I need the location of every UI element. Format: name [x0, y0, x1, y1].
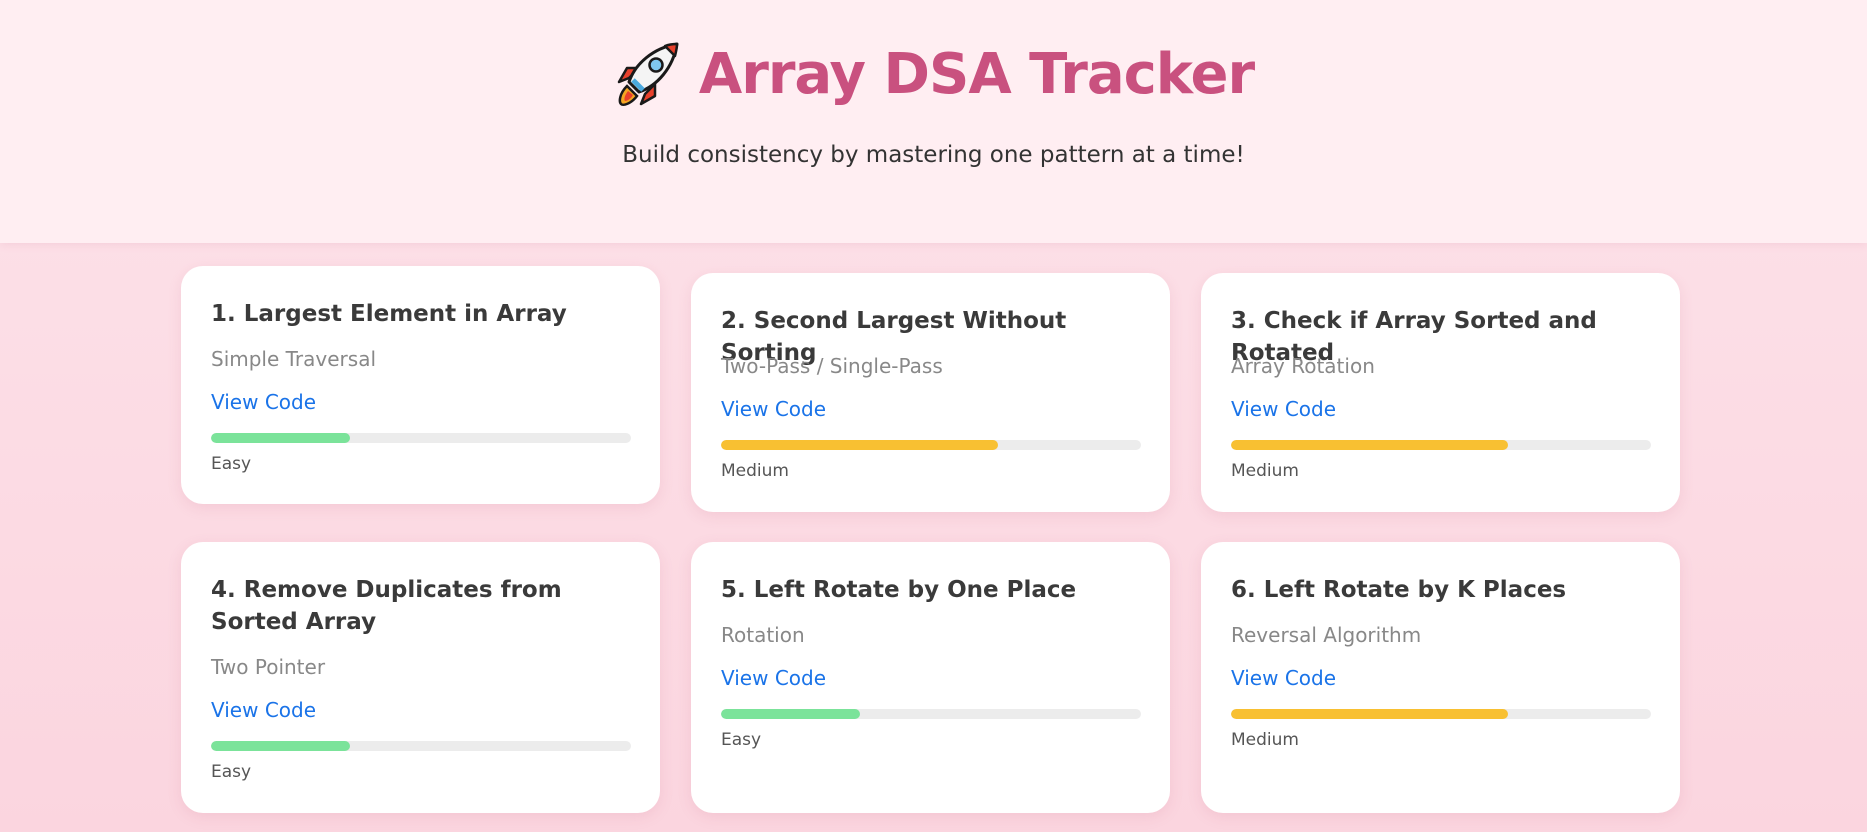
progress-track — [211, 433, 631, 443]
progress-track — [721, 440, 1141, 450]
page-subtitle: Build consistency by mastering one patte… — [622, 142, 1245, 168]
card-title: 6. Left Rotate by K Places — [1231, 577, 1567, 603]
view-code-link[interactable]: View Code — [721, 397, 826, 421]
card-title: 1. Largest Element in Array — [211, 301, 567, 327]
problem-card: 6. Left Rotate by K Places Reversal Algo… — [1201, 542, 1680, 813]
page-header: Array DSA Tracker Build consistency by m… — [0, 0, 1867, 243]
problem-card: 3. Check if Array Sorted and Rotated Arr… — [1201, 273, 1680, 512]
progress-fill — [1231, 709, 1509, 719]
progress-fill — [211, 433, 350, 443]
card-title: 5. Left Rotate by One Place — [721, 577, 1077, 603]
card-pattern: Rotation — [721, 623, 805, 647]
title-row: Array DSA Tracker — [0, 38, 1867, 110]
card-title: 4. Remove Duplicates from Sorted Array — [211, 577, 562, 635]
difficulty-label: Easy — [721, 730, 762, 750]
progress-fill — [211, 741, 350, 751]
card-pattern: Array Rotation — [1231, 354, 1375, 378]
progress-track — [1231, 709, 1651, 719]
progress-track — [721, 709, 1141, 719]
progress-track — [1231, 440, 1651, 450]
view-code-link[interactable]: View Code — [1231, 397, 1336, 421]
difficulty-label: Easy — [211, 762, 252, 782]
difficulty-label: Medium — [1231, 461, 1299, 481]
problem-card: 5. Left Rotate by One Place Rotation Vie… — [691, 542, 1170, 813]
progress-fill — [721, 709, 860, 719]
card-pattern: Simple Traversal — [211, 347, 376, 371]
rocket-icon — [613, 38, 685, 110]
problem-card: 4. Remove Duplicates from Sorted Array T… — [181, 542, 660, 813]
problem-card: 2. Second Largest Without Sorting Two-Pa… — [691, 273, 1170, 512]
view-code-link[interactable]: View Code — [721, 666, 826, 690]
card-pattern: Two-Pass / Single-Pass — [721, 354, 943, 378]
difficulty-label: Medium — [1231, 730, 1299, 750]
difficulty-label: Easy — [211, 454, 252, 474]
progress-fill — [721, 440, 999, 450]
page-title: Array DSA Tracker — [698, 41, 1255, 107]
view-code-link[interactable]: View Code — [1231, 666, 1336, 690]
progress-fill — [1231, 440, 1509, 450]
progress-track — [211, 741, 631, 751]
problem-card: 1. Largest Element in Array Simple Trave… — [181, 266, 660, 504]
view-code-link[interactable]: View Code — [211, 698, 316, 722]
view-code-link[interactable]: View Code — [211, 390, 316, 414]
card-pattern: Two Pointer — [211, 655, 326, 679]
card-pattern: Reversal Algorithm — [1231, 623, 1422, 647]
difficulty-label: Medium — [721, 461, 789, 481]
